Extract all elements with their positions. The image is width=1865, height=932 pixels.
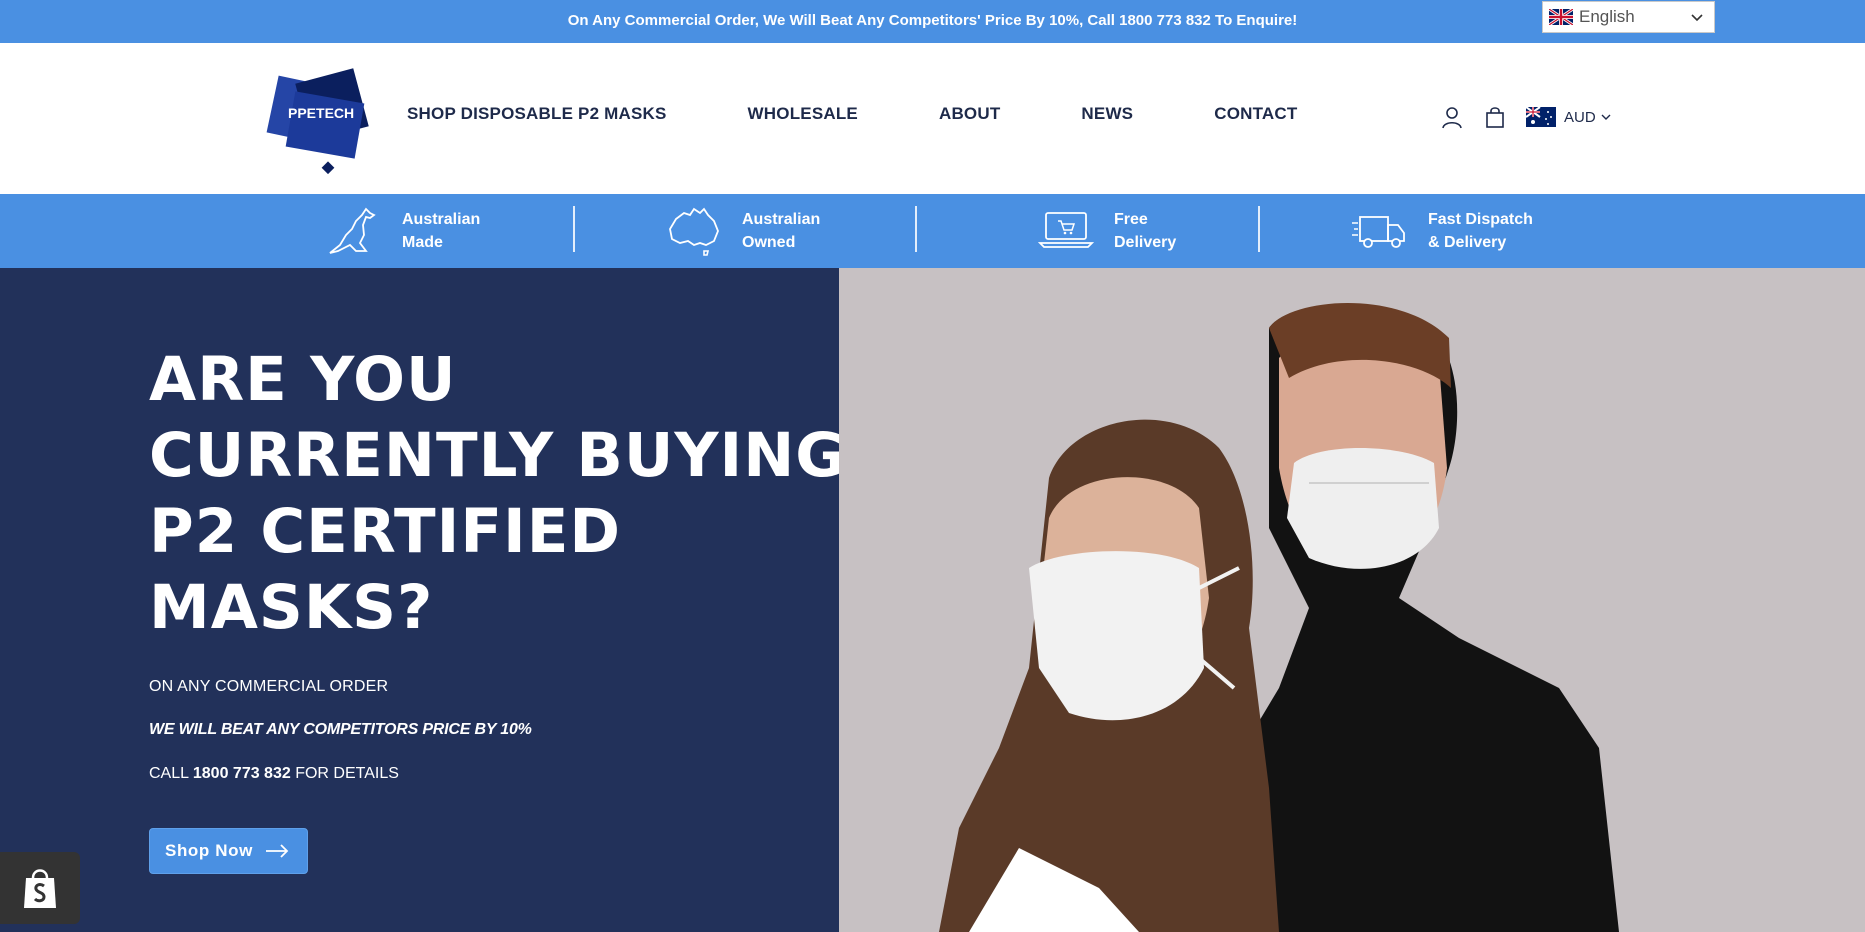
call-prefix: CALL: [149, 765, 193, 782]
main-nav: SHOP DISPOSABLE P2 MASKS WHOLESALE ABOUT…: [407, 104, 1297, 124]
feature-divider: [915, 206, 917, 252]
shopping-bag-icon[interactable]: [1483, 105, 1507, 129]
shopify-chat-badge[interactable]: [0, 852, 80, 924]
feature-line2: & Delivery: [1428, 234, 1507, 251]
uk-flag-icon: [1549, 9, 1573, 25]
phone-number[interactable]: 1800 773 832: [193, 765, 291, 782]
user-icon[interactable]: [1440, 105, 1464, 129]
header-actions: AUD: [1440, 105, 1611, 129]
headline-line: P2 CERTIFIED: [149, 496, 622, 567]
hero-subtext-price-beat: WE WILL BEAT ANY COMPETITORS PRICE BY 10…: [149, 721, 532, 738]
laptop-cart-icon: [1038, 212, 1094, 248]
feature-divider: [573, 206, 575, 252]
chevron-down-icon: [1691, 14, 1703, 22]
arrow-right-icon: [265, 844, 289, 858]
feature-australian-owned: Australian Owned: [666, 194, 820, 268]
shopify-bag-icon: [24, 869, 56, 908]
feature-divider: [1258, 206, 1260, 252]
headline-line: CURRENTLY BUYING: [149, 420, 847, 491]
currency-selector[interactable]: AUD: [1526, 107, 1611, 127]
announcement-bar: On Any Commercial Order, We Will Beat An…: [0, 0, 1865, 43]
nav-about[interactable]: ABOUT: [939, 104, 1000, 124]
call-suffix: FOR DETAILS: [290, 765, 399, 782]
feature-line1: Australian: [742, 211, 821, 228]
australia-flag-icon: [1526, 107, 1556, 127]
currency-label: AUD: [1564, 108, 1596, 126]
feature-line1: Australian: [402, 211, 481, 228]
site-header: PPETECH SHOP DISPOSABLE P2 MASKS WHOLESA…: [0, 43, 1865, 194]
headline-line: MASKS?: [149, 572, 434, 643]
nav-wholesale[interactable]: WHOLESALE: [748, 104, 858, 124]
feature-line1: Free: [1114, 211, 1148, 228]
hero-subtext-commercial: ON ANY COMMERCIAL ORDER: [149, 678, 389, 695]
headline-line: ARE YOU: [149, 344, 457, 415]
hero-headline: ARE YOU CURRENTLY BUYING P2 CERTIFIED MA…: [149, 342, 847, 646]
nav-news[interactable]: NEWS: [1081, 104, 1133, 124]
features-bar: Australian Made Australian Owned Free De…: [0, 194, 1865, 268]
shop-now-button[interactable]: Shop Now: [149, 828, 308, 874]
feature-line2: Delivery: [1114, 234, 1177, 251]
feature-line2: Made: [402, 234, 443, 251]
hero-subtext-call: CALL 1800 773 832 FOR DETAILS: [149, 765, 399, 783]
language-selector[interactable]: English: [1542, 1, 1715, 33]
feature-line2: Owned: [742, 234, 796, 251]
people-wearing-masks-photo: [839, 268, 1865, 932]
australia-map-icon: [669, 207, 719, 256]
delivery-truck-icon: [1352, 216, 1405, 248]
nav-contact[interactable]: CONTACT: [1214, 104, 1297, 124]
hero-image: [839, 268, 1865, 932]
feature-free-delivery: Free Delivery: [1038, 194, 1176, 268]
ppetech-logo[interactable]: PPETECH: [262, 67, 380, 175]
feature-australian-made: Australian Made: [326, 194, 480, 268]
nav-shop-p2-masks[interactable]: SHOP DISPOSABLE P2 MASKS: [407, 104, 667, 124]
feature-line1: Fast Dispatch: [1428, 211, 1533, 228]
language-label: English: [1579, 7, 1635, 26]
feature-fast-dispatch: Fast Dispatch & Delivery: [1352, 194, 1533, 268]
shop-now-label: Shop Now: [165, 841, 253, 860]
svg-text:PPETECH: PPETECH: [288, 105, 354, 121]
chevron-down-icon: [1601, 114, 1611, 120]
kangaroo-icon: [329, 207, 376, 254]
